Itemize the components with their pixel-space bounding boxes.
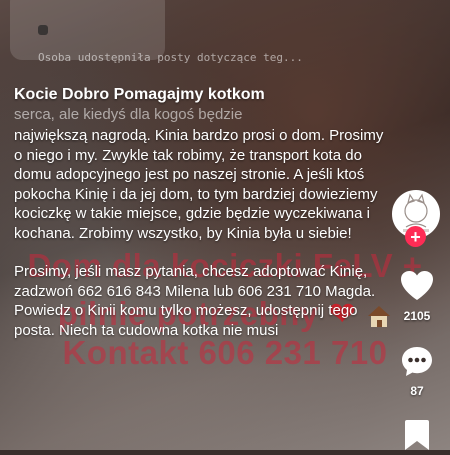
action-rail: + 2105 87: [384, 0, 450, 450]
comment-button[interactable]: 87: [384, 345, 450, 398]
post-description-clipped-line: serca, ale kiedyś dla kogoś będzie: [14, 106, 243, 123]
card-icon: [38, 25, 48, 35]
post-paragraph-2: Prosimy, jeśli masz pytania, chcesz adop…: [14, 263, 376, 339]
post-author-title[interactable]: Kocie Dobro Pomagajmy kotkom: [14, 86, 265, 104]
bookmark-button[interactable]: [384, 418, 450, 455]
comment-bubble-icon: [402, 347, 432, 376]
follow-button[interactable]: +: [405, 226, 426, 247]
comment-count: 87: [410, 384, 424, 398]
post-description[interactable]: największą nagrodą. Kinia bardzo prosi o…: [14, 126, 394, 340]
shared-by-suggestion[interactable]: Osoba udostępniła posty dotyczące teg...: [38, 51, 303, 64]
post-paragraph-1: największą nagrodą. Kinia bardzo prosi o…: [14, 127, 384, 242]
bookmark-icon: [405, 420, 429, 450]
heart-icon: [401, 271, 433, 300]
like-count: 2105: [403, 309, 431, 323]
like-button[interactable]: 2105: [384, 270, 450, 323]
